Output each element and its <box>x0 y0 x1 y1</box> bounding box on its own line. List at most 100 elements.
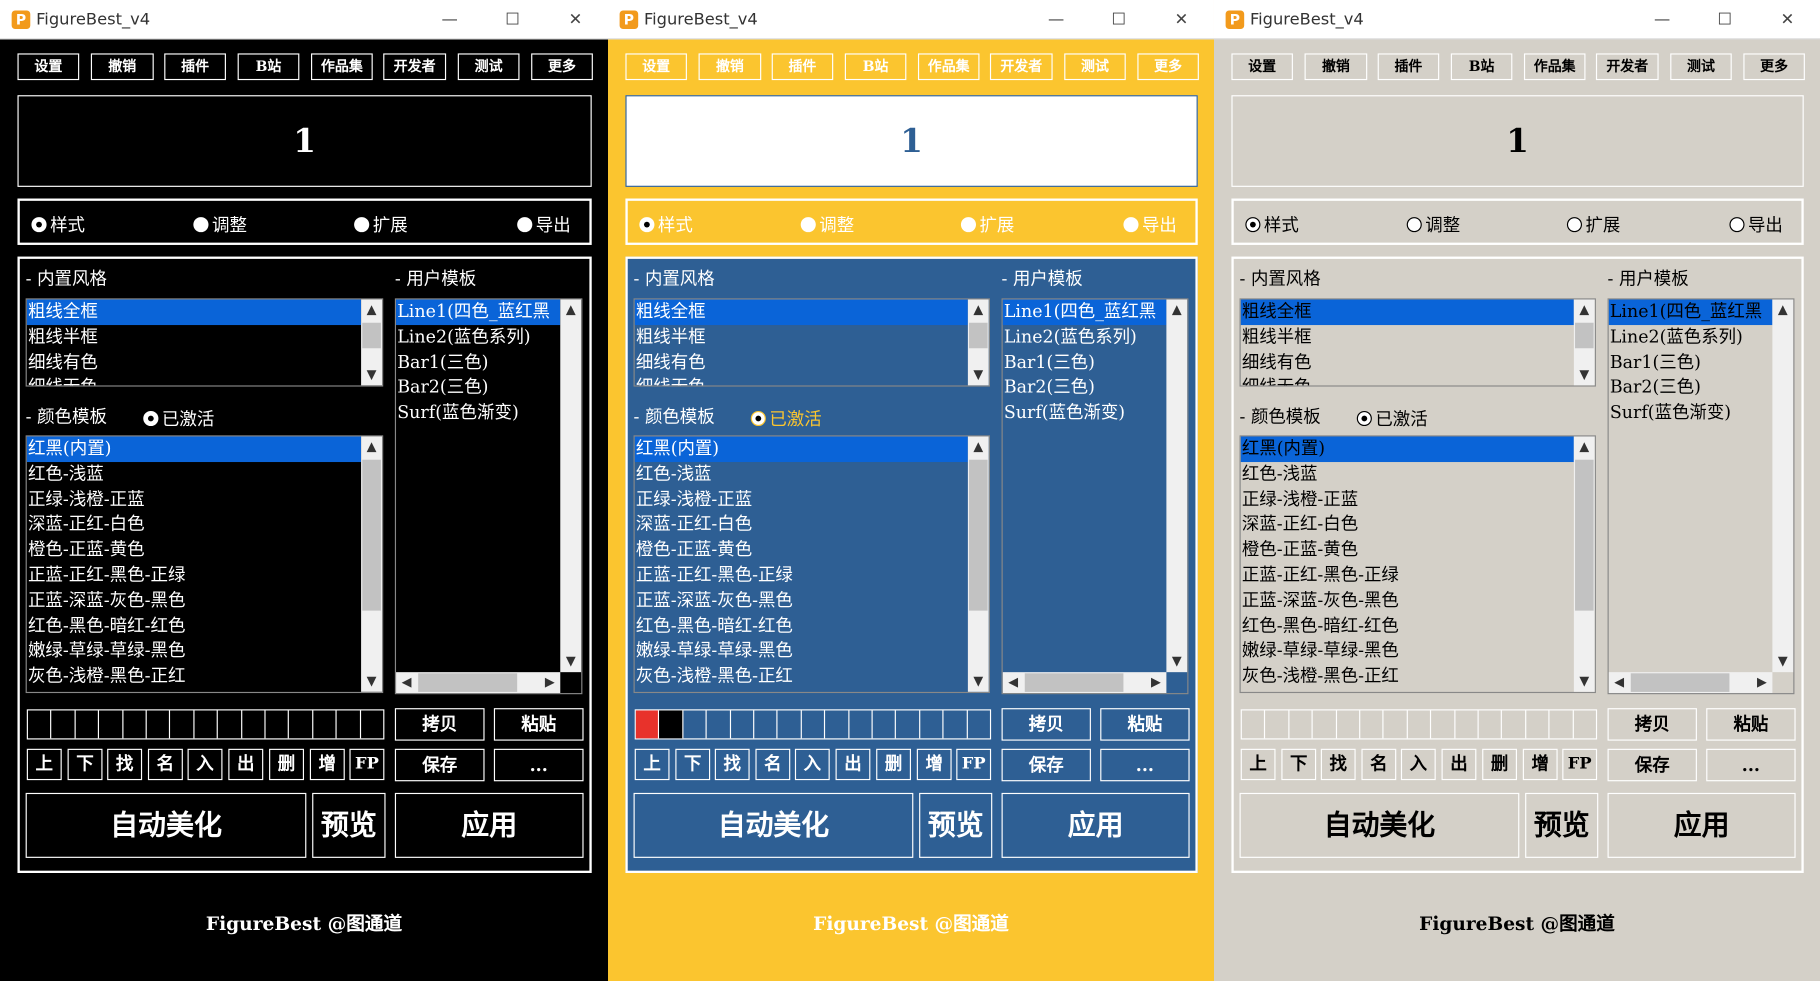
color-swatch[interactable] <box>707 710 731 739</box>
builtin-style-scrollbar[interactable]: ▲ ▼ <box>361 299 383 386</box>
color-swatch[interactable] <box>218 710 242 739</box>
color-swatch[interactable] <box>289 710 314 739</box>
save-button[interactable]: 保存 <box>1001 748 1091 782</box>
scroll-thumb[interactable] <box>1575 322 1594 349</box>
color-swatch[interactable] <box>147 710 171 739</box>
list-item[interactable]: 粗线半框 <box>27 325 361 350</box>
builtin-style-list[interactable]: 粗线全框粗线半框细线有色细线无色 ▲ ▼ <box>25 298 384 387</box>
find-button[interactable]: 找 <box>107 748 143 781</box>
scroll-thumb[interactable] <box>1575 459 1594 611</box>
export-button[interactable]: 出 <box>835 748 871 781</box>
activated-radio[interactable]: 已激活 <box>143 406 214 430</box>
scroll-up-icon[interactable]: ▲ <box>968 436 989 457</box>
toolbar-button-more[interactable]: 更多 <box>1743 53 1805 81</box>
more-options-button[interactable]: ... <box>1706 748 1796 782</box>
scroll-down-icon[interactable]: ▼ <box>361 671 382 692</box>
user-template-vscrollbar[interactable]: ▲ ▼ <box>560 299 582 673</box>
list-item[interactable]: 灰色-浅橙-黑色-正红 <box>27 664 361 689</box>
list-item[interactable]: 细线无色 <box>1241 375 1574 386</box>
scroll-up-icon[interactable]: ▲ <box>1574 300 1595 321</box>
list-item[interactable]: 正蓝-正红-黑色-正绿 <box>27 563 361 588</box>
list-item[interactable]: 细线无色 <box>635 375 968 386</box>
color-swatch[interactable] <box>361 710 384 738</box>
rename-button[interactable]: 名 <box>147 748 183 781</box>
list-item[interactable]: Line1(四色_蓝红黑 <box>1002 299 1167 325</box>
rename-button[interactable]: 名 <box>1361 748 1397 781</box>
move-up-button[interactable]: 上 <box>634 748 670 781</box>
list-item[interactable]: 灰色-浅橙-黑色-正红 <box>635 664 968 689</box>
list-item[interactable]: Bar2(三色) <box>396 375 560 400</box>
radio-style[interactable]: 样式 <box>639 212 693 236</box>
toolbar-button-bilibili[interactable]: B站 <box>1450 53 1513 81</box>
color-swatch[interactable] <box>778 710 802 739</box>
delete-button[interactable]: 删 <box>1482 748 1517 781</box>
apply-button[interactable]: 应用 <box>1607 792 1796 858</box>
list-item[interactable]: 粗线半框 <box>635 325 968 350</box>
color-swatch[interactable] <box>659 710 684 739</box>
export-button[interactable]: 出 <box>1441 748 1477 781</box>
copy-button[interactable]: 拷贝 <box>1607 708 1697 741</box>
add-button[interactable]: 增 <box>1522 748 1558 781</box>
toolbar-button-test[interactable]: 测试 <box>1670 53 1732 81</box>
scroll-thumb[interactable] <box>362 459 381 611</box>
toolbar-button-developer[interactable]: 开发者 <box>383 53 447 81</box>
color-swatch[interactable] <box>635 710 660 739</box>
color-swatch[interactable] <box>1455 710 1479 739</box>
toolbar-button-more[interactable]: 更多 <box>531 53 593 81</box>
list-item[interactable]: Line2(蓝色系列) <box>1609 325 1773 350</box>
color-swatch[interactable] <box>825 710 850 739</box>
copy-button[interactable]: 拷贝 <box>1001 708 1091 741</box>
preview-button[interactable]: 预览 <box>312 792 386 858</box>
list-item[interactable]: 细线有色 <box>27 350 361 375</box>
color-swatch[interactable] <box>920 710 944 739</box>
maximize-button[interactable]: ☐ <box>1709 6 1742 34</box>
auto-beautify-button[interactable]: 自动美化 <box>25 792 307 858</box>
list-item[interactable]: 细线有色 <box>635 350 968 375</box>
list-item[interactable]: Bar2(三色) <box>1609 375 1773 400</box>
color-swatch[interactable] <box>731 710 755 739</box>
list-item[interactable]: 正绿-浅橙-正蓝 <box>635 487 968 512</box>
move-up-button[interactable]: 上 <box>1240 748 1276 781</box>
color-template-list[interactable]: 红黑(内置) 红色-浅蓝 正绿-浅橙-正蓝 深蓝-正红-白色 橙色-正蓝-黄色 正蓝-正红… <box>25 435 384 694</box>
color-swatch[interactable] <box>1479 710 1503 739</box>
color-swatch[interactable] <box>754 710 778 739</box>
toolbar-button-undo[interactable]: 撤销 <box>90 53 154 81</box>
list-item[interactable]: Line1(四色_蓝红黑 <box>396 299 561 325</box>
toolbar-button-test[interactable]: 测试 <box>457 53 520 81</box>
scroll-down-icon[interactable]: ▼ <box>560 651 581 672</box>
scroll-right-icon[interactable]: ▶ <box>539 672 560 693</box>
color-swatch[interactable] <box>683 710 707 739</box>
paste-button[interactable]: 粘贴 <box>493 708 584 741</box>
add-button[interactable]: 增 <box>916 748 952 781</box>
apply-button[interactable]: 应用 <box>1001 792 1190 858</box>
minimize-button[interactable]: — <box>433 6 466 34</box>
more-options-button[interactable]: ... <box>1100 748 1190 782</box>
toolbar-button-developer[interactable]: 开发者 <box>1595 53 1659 81</box>
fp-button[interactable]: FP <box>956 748 992 781</box>
color-swatch[interactable] <box>171 710 195 739</box>
delete-button[interactable]: 删 <box>269 748 305 781</box>
list-item[interactable]: 红色-黑色-暗红-红色 <box>27 614 361 639</box>
minimize-button[interactable]: — <box>1646 6 1679 34</box>
user-template-hscrollbar[interactable]: ◀ ▶ <box>1002 672 1167 694</box>
scroll-right-icon[interactable]: ▶ <box>1145 672 1166 693</box>
more-options-button[interactable]: ... <box>493 748 584 782</box>
scroll-left-icon[interactable]: ◀ <box>1003 672 1024 693</box>
color-swatch[interactable] <box>1266 710 1290 739</box>
color-swatch[interactable] <box>1384 710 1408 739</box>
fp-button[interactable]: FP <box>349 748 385 781</box>
apply-button[interactable]: 应用 <box>394 792 584 858</box>
list-item[interactable]: Surf(蓝色渐变) <box>396 401 560 426</box>
toolbar-button-plugins[interactable]: 插件 <box>164 53 226 81</box>
list-item[interactable]: 橙色-正蓝-黄色 <box>27 538 361 563</box>
close-button[interactable]: ✕ <box>1165 6 1198 34</box>
find-button[interactable]: 找 <box>714 748 750 781</box>
scroll-down-icon[interactable]: ▼ <box>968 671 989 692</box>
list-item[interactable]: 深蓝-正红-白色 <box>1241 512 1574 537</box>
list-item[interactable]: 正蓝-正红-黑色-正绿 <box>635 563 968 588</box>
list-item[interactable]: 灰色-浅橙-黑色-正红 <box>1241 664 1574 689</box>
list-item[interactable]: 正蓝-深蓝-灰色-黑色 <box>27 588 361 613</box>
toolbar-button-plugins[interactable]: 插件 <box>1377 53 1440 81</box>
export-button[interactable]: 出 <box>228 748 264 781</box>
color-swatch[interactable] <box>849 710 873 739</box>
